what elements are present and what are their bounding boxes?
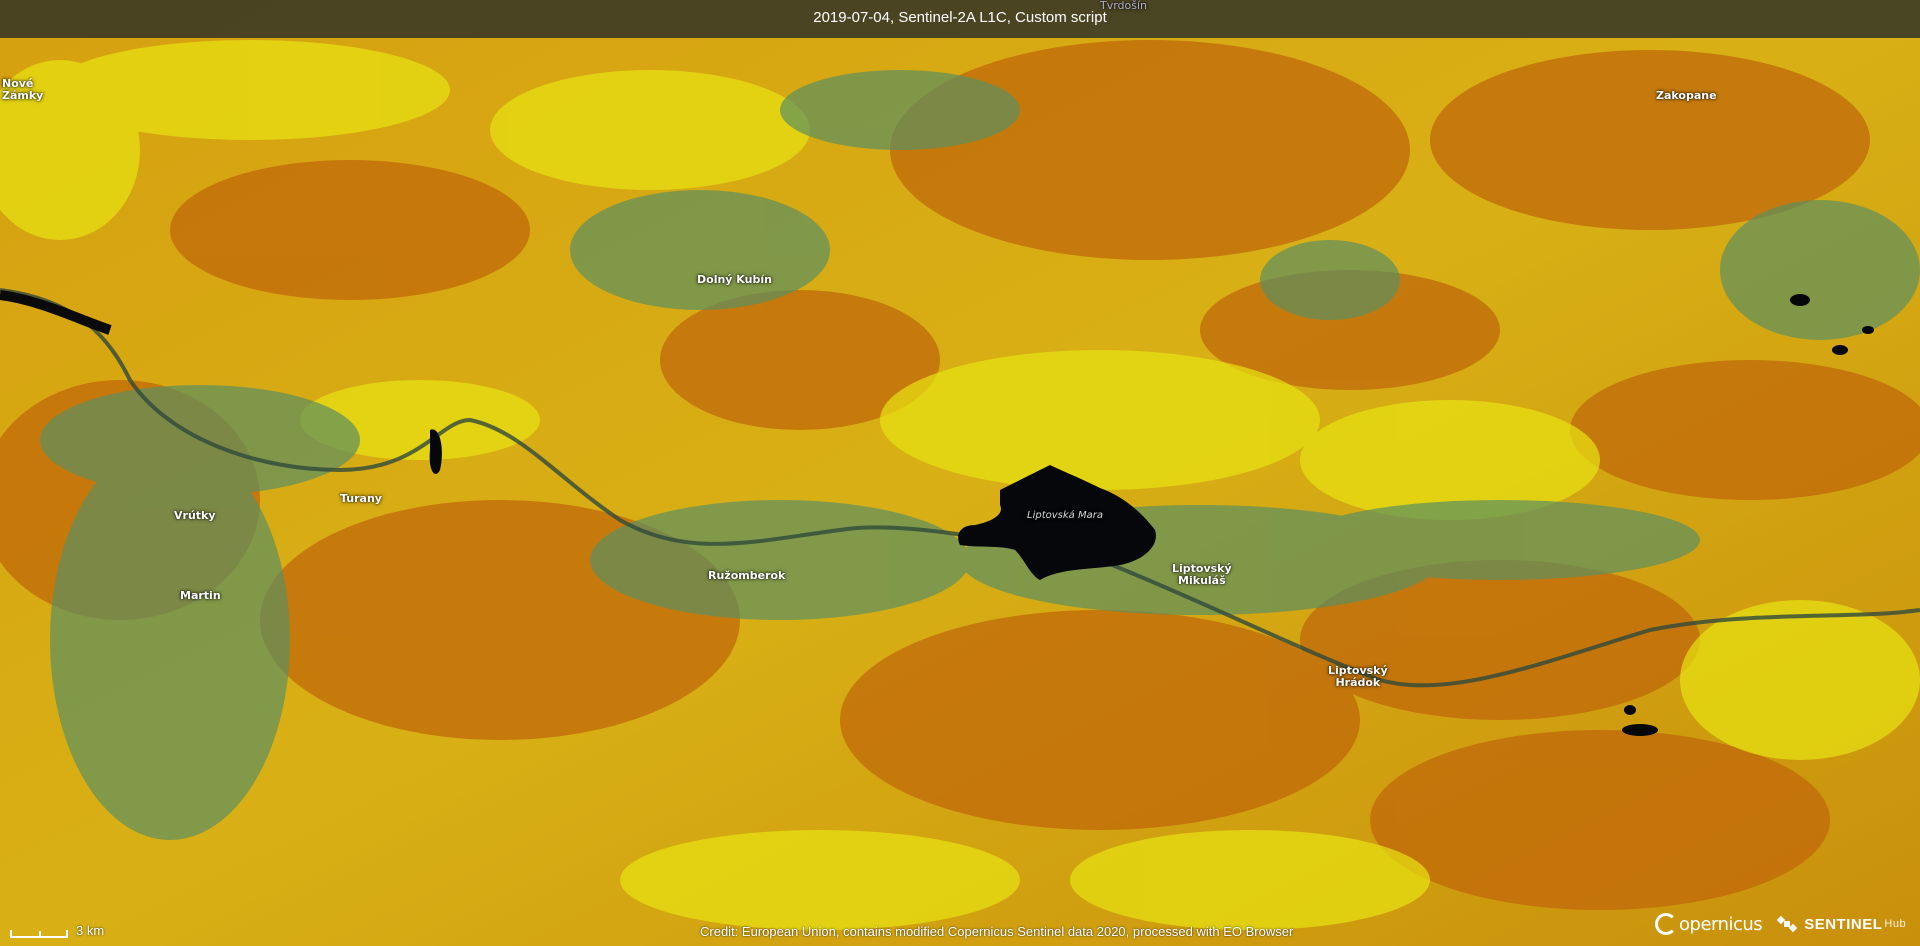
- scale-bar-graphic: [10, 930, 68, 938]
- copernicus-ring-icon: [1655, 913, 1677, 935]
- place-label-nove: Nové Zámky: [2, 77, 44, 102]
- hub-logo-text: Hub: [1884, 918, 1907, 930]
- place-label-martin: Martin: [180, 589, 221, 602]
- sentinel-logo-text: SENTINEL: [1804, 915, 1883, 933]
- sentinel-hub-logo: SENTINEL Hub: [1776, 913, 1906, 935]
- provider-logos: opernicus SENTINEL Hub: [1655, 906, 1906, 942]
- copernicus-logo: opernicus: [1655, 913, 1763, 935]
- scale-label: 3 km: [76, 923, 105, 938]
- place-label-ruzomberok: Ružomberok: [708, 569, 786, 582]
- place-label-liptovsky-mikulas: Liptovský Mikuláš: [1172, 562, 1232, 587]
- place-label-liptovska-mara: Liptovská Mara: [1027, 510, 1103, 521]
- place-label-vrutky: Vrútky: [174, 509, 216, 522]
- place-label-zakopane: Zakopane: [1656, 89, 1717, 102]
- copernicus-logo-text: opernicus: [1679, 913, 1763, 935]
- satellite-map[interactable]: 2019-07-04, Sentinel-2A L1C, Custom scri…: [0, 0, 1920, 946]
- place-label-liptovsky-hradok: Liptovský Hrádok: [1328, 664, 1388, 689]
- image-title: 2019-07-04, Sentinel-2A L1C, Custom scri…: [0, 0, 1920, 38]
- place-label-dolny-kubin: Dolný Kubín: [697, 273, 772, 286]
- satellite-imagery: [0, 0, 1920, 946]
- satellite-icon: [1776, 915, 1798, 933]
- credit-text: Credit: European Union, contains modifie…: [700, 924, 1294, 939]
- place-label-turany: Turany: [340, 492, 382, 505]
- scale-bar: 3 km: [10, 916, 104, 938]
- place-label-tvrdosin: Tvrdošín: [1100, 0, 1148, 12]
